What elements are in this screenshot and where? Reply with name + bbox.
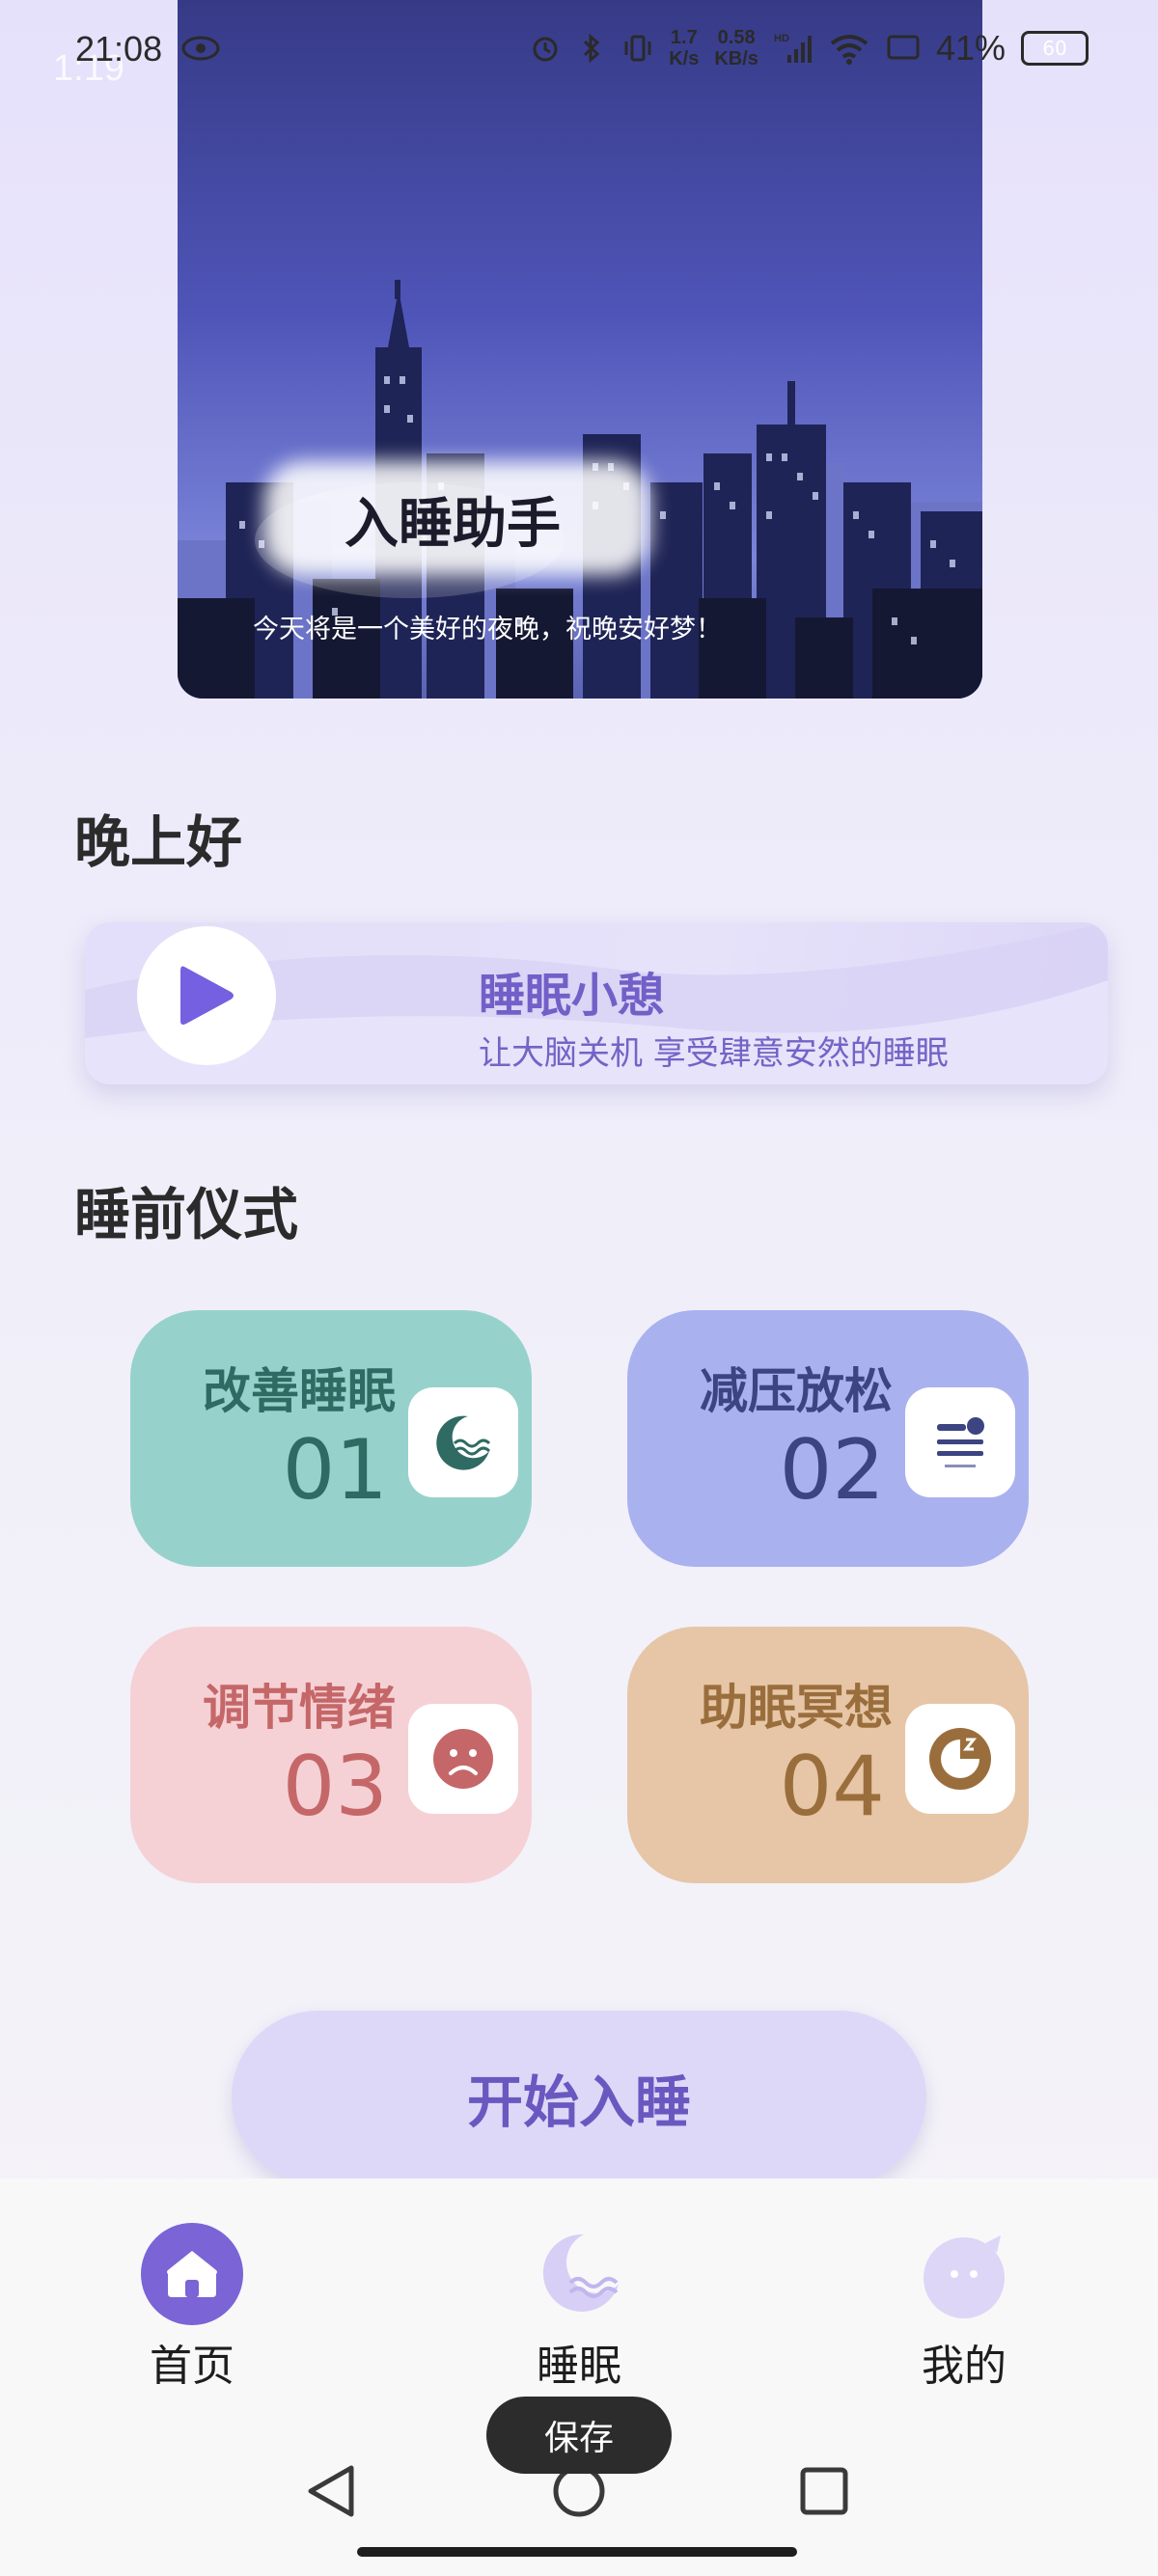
- nav-icon-bg: [913, 2223, 1015, 2325]
- net-speed-secondary: 1.7 K/s: [669, 27, 700, 69]
- start-sleep-button[interactable]: 开始入睡: [232, 2011, 926, 2184]
- tile-number: 04: [779, 1739, 885, 1835]
- nav-label: 我的: [922, 2342, 1006, 2391]
- home-icon: [167, 2251, 217, 2297]
- ritual-tile-meditation[interactable]: 助眠冥想 04: [627, 1627, 1029, 1883]
- status-icons: 1.7 K/s 0.58 KB/s HD 41% 60: [530, 27, 1089, 69]
- nav-label: 睡眠: [537, 2342, 621, 2391]
- sad-face-icon: [433, 1729, 493, 1789]
- net-speed: 0.58 KB/s: [714, 27, 758, 69]
- status-bar: 1:19 21:08 1.7 K/s 0.58 KB/s HD 41% 60: [0, 0, 1158, 106]
- nap-card-subtitle: 让大脑关机 享受肆意安然的睡眠: [479, 1034, 949, 1073]
- bluetooth-icon: [584, 33, 600, 64]
- tile-icon-badge: [408, 1387, 518, 1497]
- play-button[interactable]: [137, 926, 276, 1065]
- profile-icon: [924, 2235, 1005, 2318]
- tile-name: 助眠冥想: [700, 1680, 893, 1736]
- status-time: 21:08: [75, 29, 163, 69]
- tile-number: 03: [282, 1739, 388, 1835]
- home-indicator[interactable]: [357, 2547, 797, 2557]
- moon-waves-icon: [436, 1415, 491, 1470]
- nav-label: 首页: [150, 2342, 234, 2391]
- svg-text:HD: HD: [774, 33, 789, 44]
- back-icon[interactable]: [308, 2465, 354, 2517]
- tile-icon-badge: [905, 1387, 1015, 1497]
- tile-name: 改善睡眠: [203, 1363, 396, 1419]
- ritual-tile-improve-sleep[interactable]: 改善睡眠 01: [130, 1310, 532, 1567]
- vibrate-icon: [624, 35, 651, 62]
- nav-item-home[interactable]: 首页: [96, 2223, 289, 2393]
- alarm-icon: [533, 37, 558, 62]
- nav-icon-bg: [141, 2223, 243, 2325]
- cast-icon: [887, 35, 920, 60]
- nap-card-title: 睡眠小憩: [479, 969, 665, 1023]
- play-icon: [180, 966, 234, 1025]
- hero-subtitle: 今天将是一个美好的夜晚，祝晚安好梦！: [253, 615, 722, 644]
- tile-number: 01: [282, 1422, 388, 1519]
- battery-icon: 60: [1021, 31, 1089, 66]
- cell-signal-icon: HD: [774, 33, 812, 63]
- recents-icon[interactable]: [800, 2467, 848, 2515]
- sleep-clock-icon: [929, 1728, 991, 1790]
- save-toast[interactable]: 保存: [486, 2397, 672, 2474]
- battery-percent: 41%: [935, 28, 1006, 68]
- tile-icon-badge: [905, 1704, 1015, 1814]
- greeting: 晚上好: [74, 809, 243, 875]
- nav-item-sleep[interactable]: 睡眠: [482, 2223, 676, 2393]
- eye-icon: [181, 36, 220, 61]
- ritual-tile-mood[interactable]: 调节情绪 03: [130, 1627, 532, 1883]
- tile-name: 减压放松: [700, 1363, 893, 1419]
- tile-icon-badge: [408, 1704, 518, 1814]
- nav-item-profile[interactable]: 我的: [868, 2223, 1061, 2393]
- tile-name: 调节情绪: [203, 1680, 396, 1736]
- tile-number: 02: [779, 1422, 885, 1519]
- ritual-section-title: 睡前仪式: [74, 1182, 299, 1247]
- relaxation-icon: [937, 1417, 984, 1467]
- hero-title: 入睡助手: [345, 493, 561, 556]
- ritual-tile-relax[interactable]: 减压放松 02: [627, 1310, 1029, 1567]
- wifi-icon: [830, 35, 868, 65]
- home-circle-icon[interactable]: [553, 2465, 605, 2517]
- moon-icon: [542, 2233, 619, 2312]
- nav-icon-bg: [528, 2223, 630, 2325]
